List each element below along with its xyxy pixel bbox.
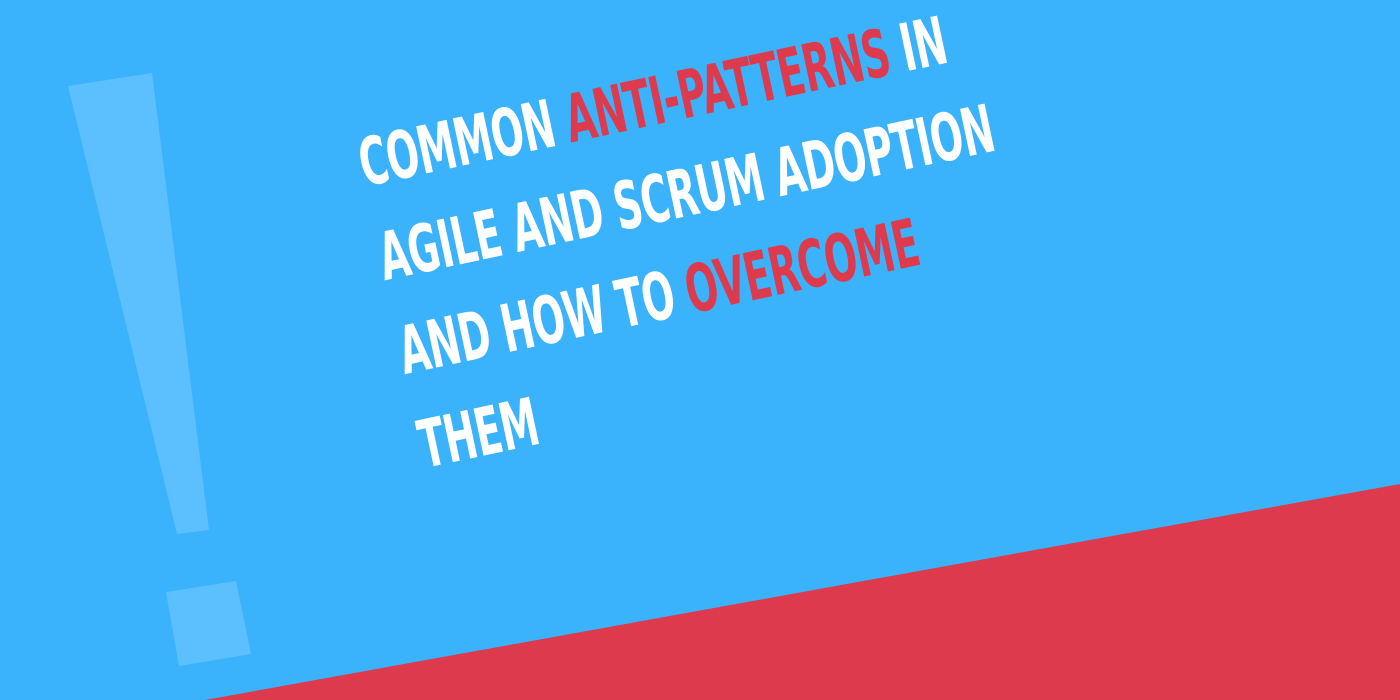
exclamation-dot bbox=[166, 581, 251, 666]
hero-banner: COMMON ANTI-PATTERNS IN AGILE AND SCRUM … bbox=[0, 0, 1400, 700]
